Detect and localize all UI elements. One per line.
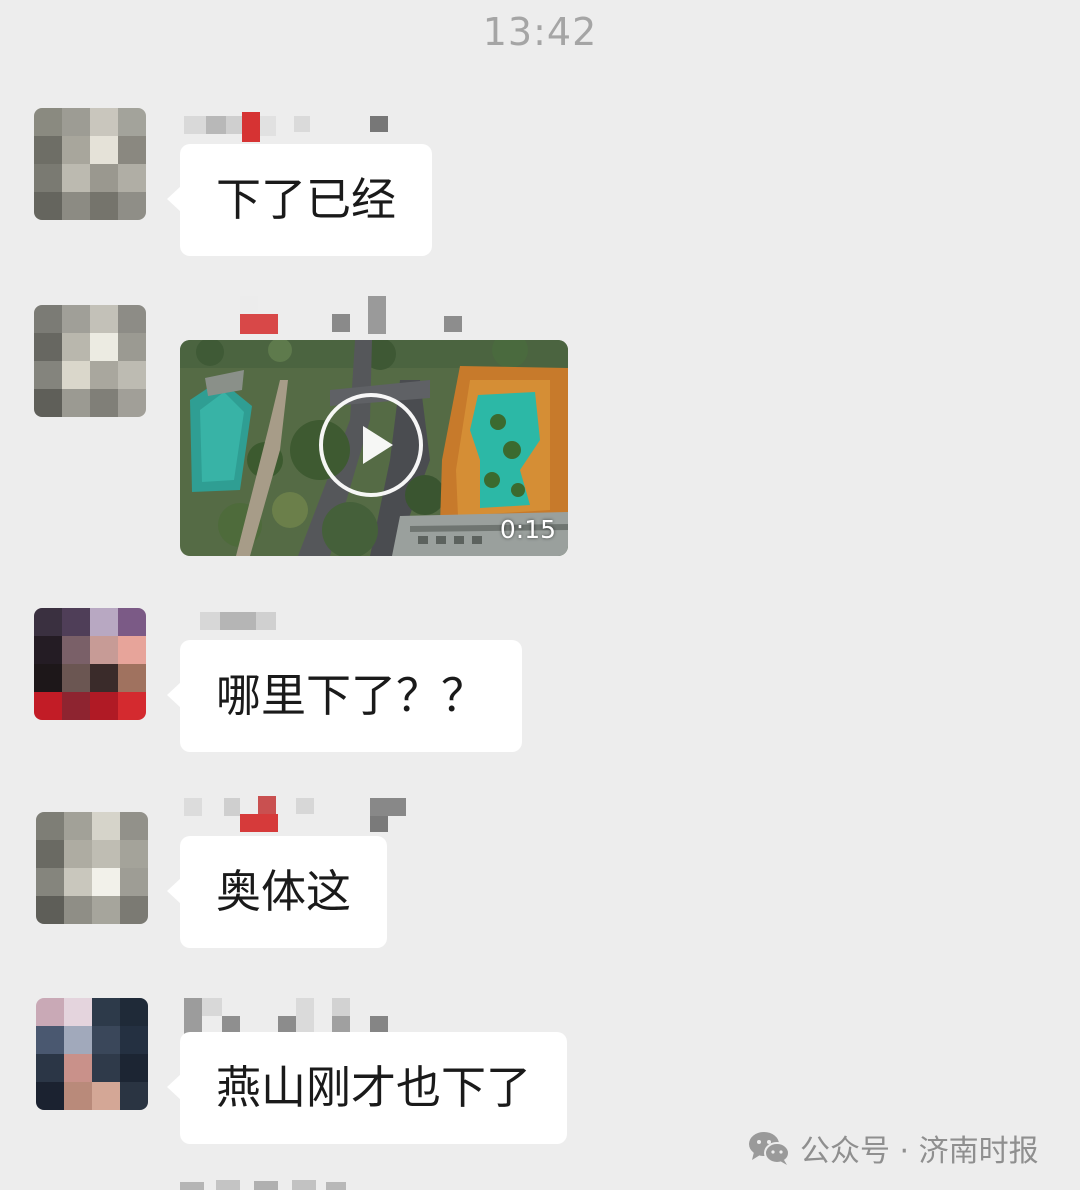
message-text: 燕山刚才也下了	[216, 1061, 532, 1114]
cutoff-sender-name	[180, 1180, 346, 1190]
sender-name-mosaic	[184, 112, 388, 142]
message-text: 下了已经	[216, 173, 397, 226]
avatar[interactable]	[34, 608, 146, 720]
wechat-icon	[748, 1130, 790, 1166]
video-message[interactable]: 0:15	[180, 340, 568, 556]
sender-name-mosaic	[240, 296, 462, 334]
watermark: 公众号 · 济南时报	[748, 1125, 1039, 1171]
message-bubble[interactable]: 下了已经	[166, 144, 433, 256]
avatar[interactable]	[34, 305, 146, 417]
avatar[interactable]	[36, 812, 148, 924]
sender-name-mosaic	[184, 998, 388, 1034]
message-bubble[interactable]: 燕山刚才也下了	[166, 1032, 568, 1144]
chat-timestamp: 13:42	[482, 10, 598, 54]
video-duration: 0:15	[499, 515, 556, 544]
play-icon[interactable]	[319, 393, 423, 497]
message-text: 哪里下了？？	[216, 669, 487, 722]
watermark-text: 公众号 · 济南时报	[800, 1134, 1039, 1169]
avatar[interactable]	[36, 998, 148, 1110]
avatar[interactable]	[34, 108, 146, 220]
message-bubble[interactable]: 哪里下了？？	[166, 640, 523, 752]
message-text: 奥体这	[216, 865, 352, 918]
message-bubble[interactable]: 奥体这	[166, 836, 388, 948]
sender-name-mosaic	[200, 612, 276, 630]
sender-name-mosaic	[184, 796, 406, 832]
